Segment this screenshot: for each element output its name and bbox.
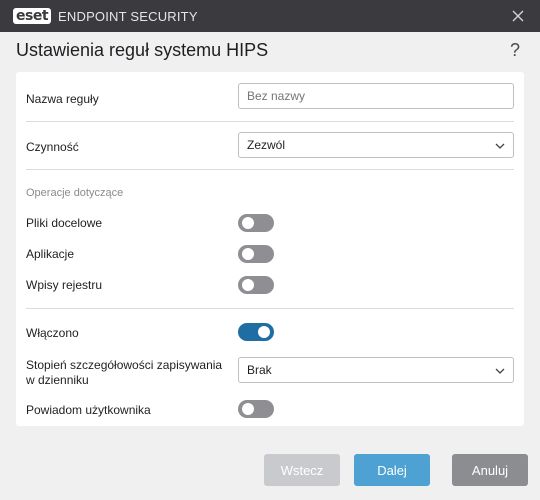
settings-panel: Nazwa reguły Czynność Zezwól Operacje do… — [16, 72, 524, 426]
logo-mark: eset — [13, 8, 52, 24]
registry-entries-label: Wpisy rejestru — [26, 278, 103, 292]
toggle-knob — [258, 326, 270, 338]
eset-logo: eset — [13, 7, 52, 25]
target-files-label: Pliki docelowe — [26, 216, 103, 230]
close-button[interactable] — [504, 2, 532, 30]
hips-rule-settings-window: eset ENDPOINT SECURITY Ustawienia reguł … — [0, 0, 540, 500]
product-name: ENDPOINT SECURITY — [58, 8, 198, 24]
toggle-knob — [242, 279, 254, 291]
next-button[interactable]: Dalej — [354, 454, 430, 486]
registry-entries-toggle[interactable] — [238, 276, 274, 294]
applications-toggle[interactable] — [238, 245, 274, 263]
action-select[interactable]: Zezwól — [238, 132, 514, 158]
help-button[interactable]: ? — [510, 40, 520, 61]
enabled-label: Włączono — [26, 326, 79, 340]
dialog-title: Ustawienia reguł systemu HIPS — [16, 40, 269, 60]
action-label: Czynność — [26, 140, 79, 154]
toggle-knob — [242, 403, 254, 415]
log-severity-label: Stopień szczegółowości zapisywania w dzi… — [26, 358, 222, 388]
divider — [26, 308, 514, 309]
title-bar: eset ENDPOINT SECURITY — [0, 0, 540, 32]
toggle-knob — [242, 248, 254, 260]
cancel-button[interactable]: Anuluj — [452, 454, 528, 486]
log-severity-select[interactable]: Brak — [238, 357, 514, 383]
log-severity-label-line2: w dzienniku — [26, 373, 89, 387]
log-severity-select-value: Brak — [247, 363, 272, 377]
chevron-down-icon — [495, 368, 505, 374]
chevron-down-icon — [495, 143, 505, 149]
rule-name-label: Nazwa reguły — [26, 92, 99, 106]
notify-user-label: Powiadom użytkownika — [26, 403, 151, 417]
target-files-toggle[interactable] — [238, 214, 274, 232]
close-icon — [512, 10, 524, 22]
applications-label: Aplikacje — [26, 247, 75, 261]
action-select-value: Zezwól — [247, 138, 286, 152]
log-severity-label-line1: Stopień szczegółowości zapisywania — [26, 358, 223, 372]
rule-name-input[interactable] — [238, 83, 514, 109]
divider — [26, 121, 514, 122]
divider — [26, 169, 514, 170]
notify-user-toggle[interactable] — [238, 400, 274, 418]
toggle-knob — [242, 217, 254, 229]
back-button[interactable]: Wstecz — [264, 454, 340, 486]
operations-section-label: Operacje dotyczące — [26, 187, 124, 199]
enabled-toggle[interactable] — [238, 323, 274, 341]
